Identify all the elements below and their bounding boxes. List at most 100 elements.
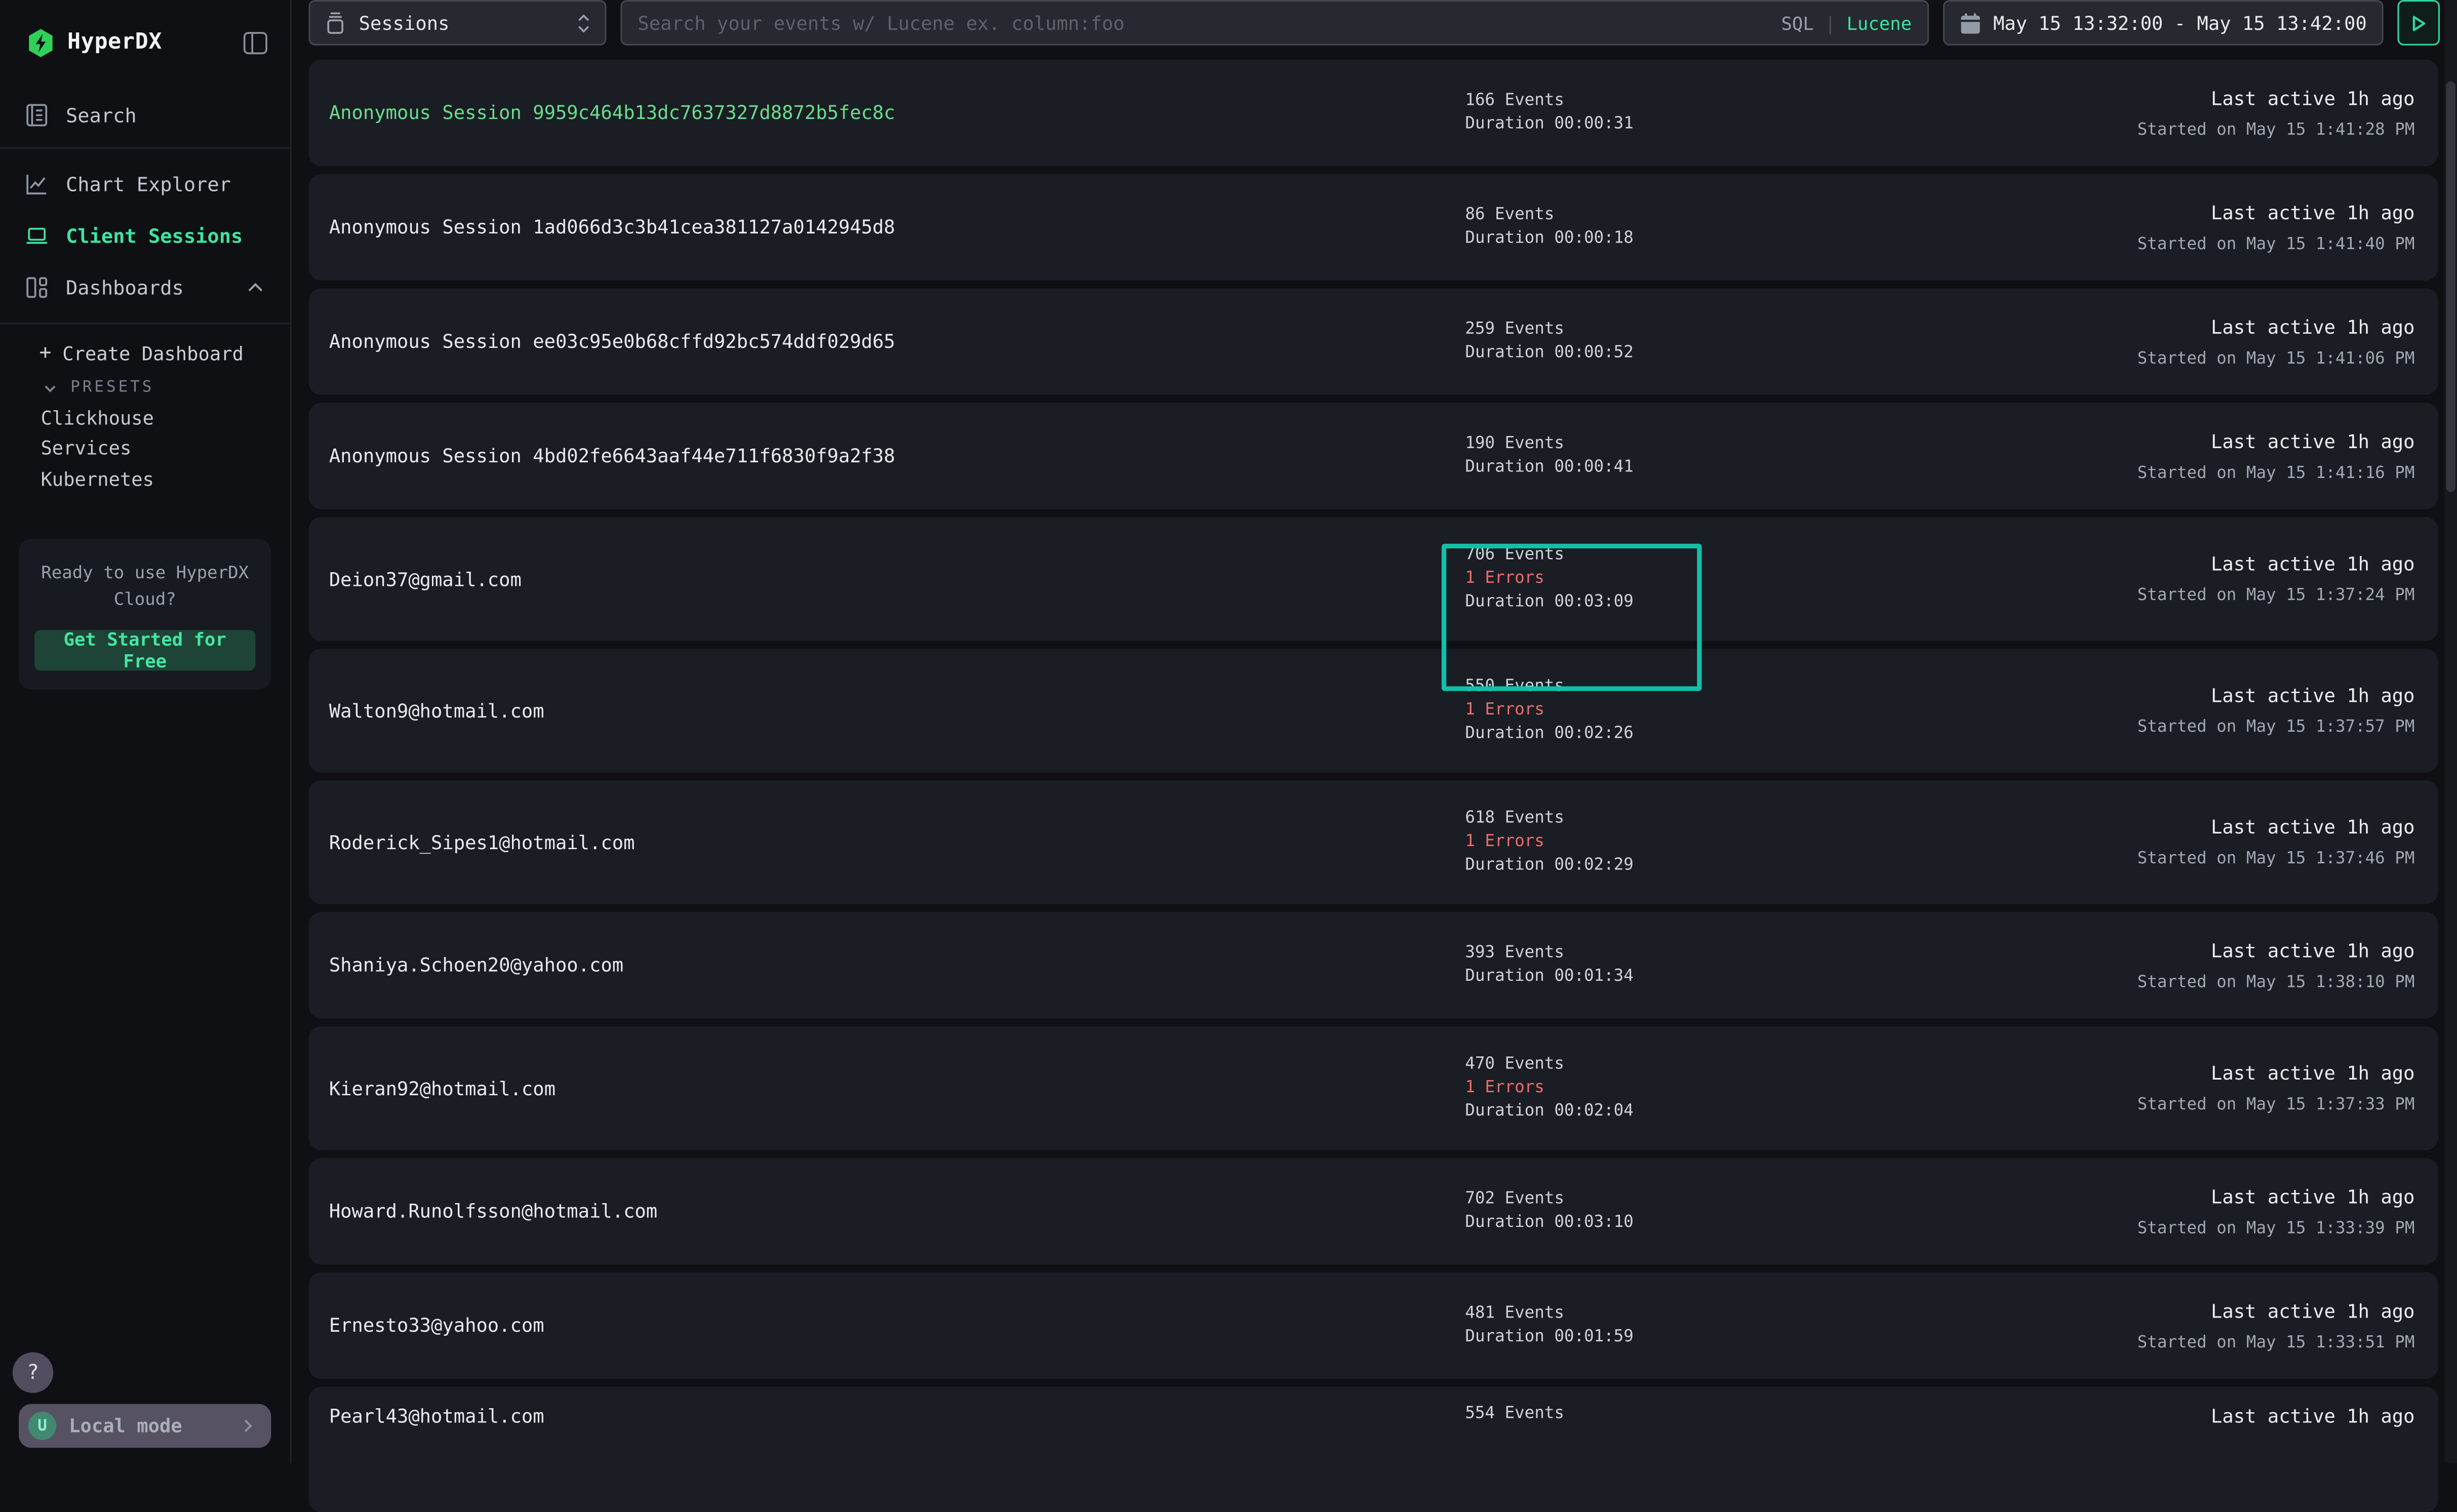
session-row[interactable]: Shaniya.Schoen20@yahoo.com 393 Events Du…: [309, 912, 2438, 1018]
sidebar-collapse-icon[interactable]: [243, 30, 268, 54]
session-name: Roderick_Sipes1@hotmail.com: [329, 831, 1465, 853]
session-meta: Last active 1h ago Started on May 15 1:3…: [2137, 1062, 2415, 1114]
session-started: Started on May 15 1:33:39 PM: [2137, 1218, 2415, 1237]
help-button[interactable]: ?: [13, 1352, 53, 1392]
session-stats: 554 Events: [1465, 1406, 1982, 1423]
get-started-button[interactable]: Get Started for Free: [34, 629, 255, 669]
session-last-active: Last active 1h ago: [2137, 316, 2415, 338]
session-stats: 706 Events 1 Errors Duration 00:03:09: [1465, 547, 1982, 611]
session-name: Anonymous Session 4bd02fe6643aaf44e711f6…: [329, 445, 1465, 467]
session-events: 702 Events: [1465, 1191, 1982, 1208]
session-row[interactable]: Deion37@gmail.com 706 Events 1 Errors Du…: [309, 517, 2438, 641]
run-query-button[interactable]: [2397, 0, 2440, 46]
session-stats: 618 Events 1 Errors Duration 00:02:29: [1465, 810, 1982, 874]
sidebar-item-search[interactable]: Search: [0, 91, 290, 138]
topbar: Sessions SQL | Lucene: [292, 0, 2457, 46]
time-range-value: May 15 13:32:00 - May 15 13:42:00: [1993, 12, 2367, 33]
sidebar-item-client-sessions[interactable]: Client Sessions: [0, 210, 290, 262]
source-select[interactable]: Sessions: [309, 0, 607, 46]
session-meta: Last active 1h ago Started on May 15 1:4…: [2137, 430, 2415, 482]
session-name: Deion37@gmail.com: [329, 568, 1465, 590]
session-started: Started on May 15 1:38:10 PM: [2137, 972, 2415, 991]
session-meta: Last active 1h ago: [2211, 1406, 2414, 1427]
session-stats: 166 Events Duration 00:00:31: [1465, 93, 1982, 133]
session-last-active: Last active 1h ago: [2137, 1185, 2415, 1207]
sidebar-item-chart-explorer[interactable]: Chart Explorer: [0, 158, 290, 210]
session-stats: 190 Events Duration 00:00:41: [1465, 435, 1982, 476]
session-stats: 86 Events Duration 00:00:18: [1465, 207, 1982, 247]
session-meta: Last active 1h ago Started on May 15 1:3…: [2137, 685, 2415, 736]
local-mode-button[interactable]: U Local mode: [19, 1404, 271, 1448]
presets-section-toggle[interactable]: PRESETS: [0, 373, 290, 403]
create-dashboard-button[interactable]: + Create Dashboard: [0, 334, 290, 373]
lucene-mode-button[interactable]: Lucene: [1847, 12, 1912, 33]
dashboard-grid-icon: [25, 276, 49, 299]
session-row[interactable]: Roderick_Sipes1@hotmail.com 618 Events 1…: [309, 780, 2438, 904]
play-icon: [2410, 13, 2427, 32]
preset-label: Clickhouse: [41, 407, 154, 429]
session-row[interactable]: Anonymous Session 9959c464b13dc7637327d8…: [309, 60, 2438, 166]
preset-label: Services: [41, 437, 131, 459]
session-started: Started on May 15 1:37:57 PM: [2137, 718, 2415, 736]
session-last-active: Last active 1h ago: [2137, 553, 2415, 575]
session-stats: 550 Events 1 Errors Duration 00:02:26: [1465, 679, 1982, 743]
session-row[interactable]: Anonymous Session 1ad066d3c3b41cea381127…: [309, 174, 2438, 280]
sidebar-divider: [0, 147, 290, 149]
session-started: Started on May 15 1:41:06 PM: [2137, 349, 2415, 368]
session-meta: Last active 1h ago Started on May 15 1:4…: [2137, 87, 2415, 139]
session-started: Started on May 15 1:41:28 PM: [2137, 120, 2415, 139]
session-row[interactable]: Kieran92@hotmail.com 470 Events 1 Errors…: [309, 1026, 2438, 1150]
session-row[interactable]: Pearl43@hotmail.com 554 Events Last acti…: [309, 1387, 2438, 1512]
chevron-right-icon: [240, 1418, 255, 1434]
session-started: Started on May 15 1:33:51 PM: [2137, 1333, 2415, 1351]
sidebar-item-dashboards[interactable]: Dashboards: [0, 262, 290, 313]
session-name: Ernesto33@yahoo.com: [329, 1315, 1465, 1336]
session-row[interactable]: Anonymous Session 4bd02fe6643aaf44e711f6…: [309, 403, 2438, 509]
chevron-up-icon[interactable]: [246, 278, 265, 297]
session-duration: Duration 00:00:41: [1465, 459, 1982, 476]
cloud-promo-text: Ready to use HyperDX Cloud?: [34, 559, 255, 612]
main-content: Sessions SQL | Lucene: [292, 0, 2457, 1463]
sidebar-item-services[interactable]: Services: [0, 433, 290, 464]
session-last-active: Last active 1h ago: [2211, 1406, 2414, 1427]
session-duration: Duration 00:02:26: [1465, 726, 1982, 743]
session-events: 706 Events: [1465, 547, 1982, 564]
scrollbar-thumb[interactable]: [2446, 82, 2455, 492]
search-input[interactable]: [638, 2, 1912, 44]
session-row[interactable]: Walton9@hotmail.com 550 Events 1 Errors …: [309, 649, 2438, 772]
session-meta: Last active 1h ago Started on May 15 1:3…: [2137, 939, 2415, 991]
session-duration: Duration 00:01:34: [1465, 968, 1982, 985]
session-errors: 1 Errors: [1465, 833, 1982, 851]
sidebar-item-kubernetes[interactable]: Kubernetes: [0, 464, 290, 494]
session-name: Anonymous Session ee03c95e0b68cffd92bc57…: [329, 331, 1465, 352]
user-avatar: U: [28, 1412, 57, 1440]
session-last-active: Last active 1h ago: [2137, 87, 2415, 109]
sidebar-item-label: Client Sessions: [66, 224, 243, 247]
session-started: Started on May 15 1:41:40 PM: [2137, 234, 2415, 253]
session-meta: Last active 1h ago Started on May 15 1:4…: [2137, 316, 2415, 368]
session-stats: 481 Events Duration 00:01:59: [1465, 1305, 1982, 1346]
session-meta: Last active 1h ago Started on May 15 1:3…: [2137, 1185, 2415, 1237]
sidebar-item-clickhouse[interactable]: Clickhouse: [0, 403, 290, 433]
session-name: Kieran92@hotmail.com: [329, 1077, 1465, 1099]
session-duration: Duration 00:00:18: [1465, 230, 1982, 248]
session-stats: 470 Events 1 Errors Duration 00:02:04: [1465, 1056, 1982, 1121]
select-sorter-icon: [577, 12, 591, 33]
session-name: Howard.Runolfsson@hotmail.com: [329, 1200, 1465, 1222]
session-duration: Duration 00:01:59: [1465, 1329, 1982, 1346]
session-row[interactable]: Ernesto33@yahoo.com 481 Events Duration …: [309, 1272, 2438, 1379]
time-range-picker[interactable]: May 15 13:32:00 - May 15 13:42:00: [1943, 0, 2384, 46]
sql-mode-button[interactable]: SQL: [1781, 12, 1814, 33]
session-duration: Duration 00:02:04: [1465, 1103, 1982, 1120]
mode-separator: |: [1825, 12, 1835, 33]
session-started: Started on May 15 1:37:24 PM: [2137, 586, 2415, 605]
session-row[interactable]: Howard.Runolfsson@hotmail.com 702 Events…: [309, 1158, 2438, 1264]
session-events: 470 Events: [1465, 1056, 1982, 1073]
database-icon: [325, 11, 346, 34]
session-events: 166 Events: [1465, 93, 1982, 110]
session-duration: Duration 00:02:29: [1465, 857, 1982, 874]
query-language-toggle: SQL | Lucene: [1781, 2, 1912, 44]
session-stats: 259 Events Duration 00:00:52: [1465, 321, 1982, 362]
session-row[interactable]: Anonymous Session ee03c95e0b68cffd92bc57…: [309, 288, 2438, 394]
source-select-value: Sessions: [359, 12, 564, 33]
